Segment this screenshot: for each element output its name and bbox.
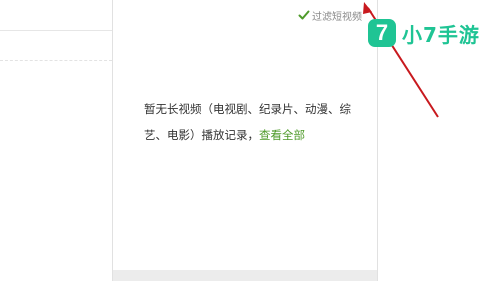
- logo-badge: 7: [368, 19, 396, 47]
- filter-short-videos-checkbox[interactable]: 过滤短视频: [298, 7, 362, 23]
- empty-message-text: 暂无长视频（电视剧、纪录片、动漫、综艺、电影）播放记录，: [144, 102, 351, 142]
- history-panel-footer: [112, 270, 378, 281]
- dashed-divider: [0, 60, 112, 61]
- logo-text: 小7手游: [402, 22, 480, 47]
- empty-history-message: 暂无长视频（电视剧、纪录片、动漫、综艺、电影）播放记录，查看全部: [144, 96, 369, 148]
- left-content-area: [0, 0, 112, 281]
- checkmark-icon: [298, 9, 310, 21]
- watermark-logo: 7 小7手游: [368, 17, 480, 49]
- view-all-link[interactable]: 查看全部: [259, 128, 305, 142]
- divider: [0, 30, 112, 31]
- filter-label: 过滤短视频: [312, 11, 362, 23]
